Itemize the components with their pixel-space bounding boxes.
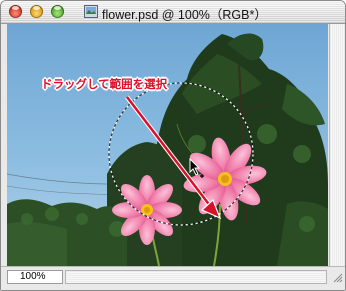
zoom-level-field[interactable]: 100%: [7, 270, 63, 284]
resize-grip-icon[interactable]: [331, 271, 343, 283]
close-button[interactable]: [9, 5, 22, 18]
status-bar: 100%: [1, 266, 345, 290]
psd-document-icon[interactable]: [84, 5, 98, 18]
zoom-button[interactable]: [51, 5, 64, 18]
small-flower: [112, 175, 182, 245]
vertical-scrollbar[interactable]: [329, 24, 344, 266]
title-bar[interactable]: flower.psd @ 100%（RGB*）: [1, 1, 345, 24]
minimize-button[interactable]: [30, 5, 43, 18]
document-window: flower.psd @ 100%（RGB*） ドラッグして範囲を選択 100%: [0, 0, 346, 291]
horizontal-scrollbar[interactable]: [65, 270, 327, 284]
window-title: flower.psd @ 100%（RGB*）: [102, 8, 267, 22]
flower-photo: [7, 24, 328, 266]
instruction-label: ドラッグして範囲を選択: [41, 77, 168, 91]
image-canvas[interactable]: [7, 24, 328, 266]
